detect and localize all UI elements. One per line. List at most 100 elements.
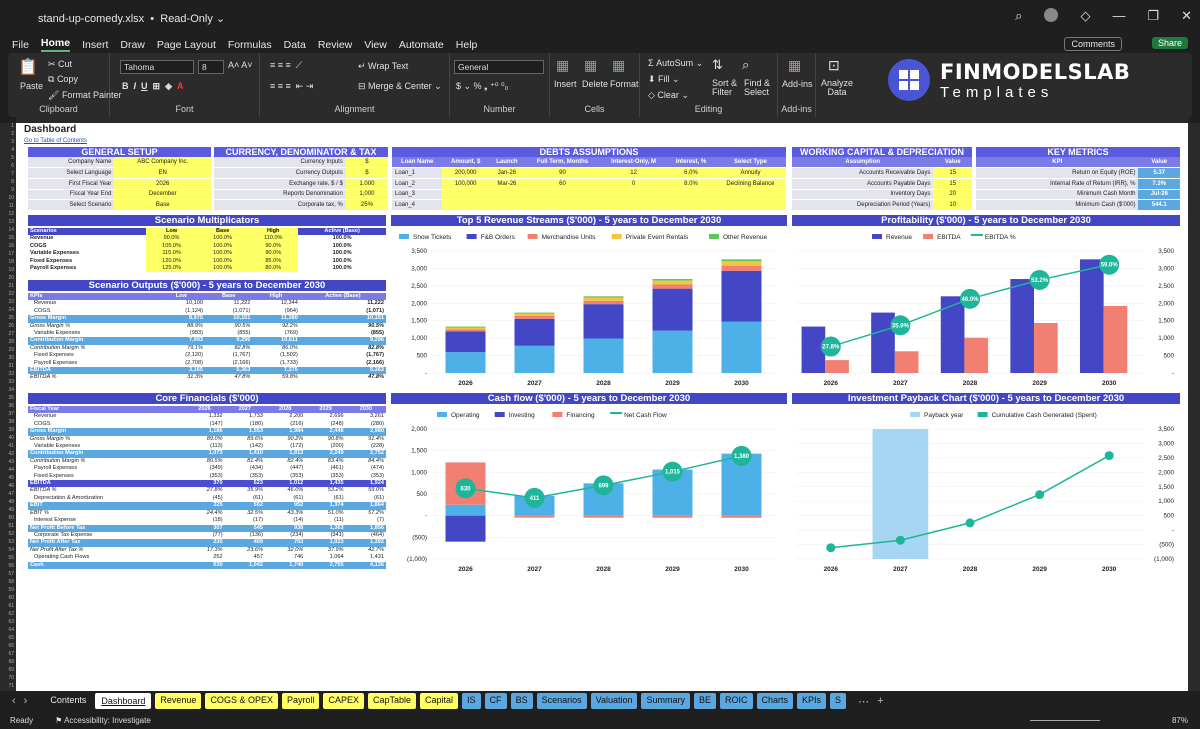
table-cell[interactable]: (1,071) <box>300 308 386 315</box>
table-cell[interactable]: (113) <box>184 443 224 450</box>
table-cell[interactable]: Exchange rate, $ / $ <box>214 178 346 190</box>
table-cell[interactable]: (2,120) <box>158 352 205 359</box>
row-header[interactable]: 53 <box>8 539 14 545</box>
tab-valuation[interactable]: Valuation <box>590 693 638 709</box>
table-cell[interactable]: 1,435 <box>305 480 345 487</box>
table-cell[interactable]: Variable Expenses <box>28 443 184 450</box>
paste-icon[interactable]: 📋 <box>18 57 38 77</box>
table-cell[interactable]: 90.0% <box>146 235 198 243</box>
table-cell[interactable]: 10,611 <box>252 337 299 344</box>
row-header[interactable]: 37 <box>8 411 14 417</box>
table-cell[interactable]: 1,864 <box>346 502 386 509</box>
table-cell[interactable]: Minimum Cash Month <box>976 189 1139 201</box>
row-header[interactable]: 25 <box>8 315 14 321</box>
menu-insert[interactable]: Insert <box>82 39 108 51</box>
row-header[interactable]: 23 <box>8 299 14 305</box>
table-cell[interactable]: EBITDA <box>28 367 158 374</box>
table-cell[interactable]: 32.5% <box>225 510 265 517</box>
menu-file[interactable]: File <box>12 39 29 51</box>
row-header[interactable]: 2 <box>11 131 14 137</box>
toc-link[interactable]: Go to Table of Contents <box>24 137 87 146</box>
table-cell[interactable]: Minimum Cash ($'000) <box>976 199 1139 211</box>
row-header[interactable]: 49 <box>8 507 14 513</box>
table-cell[interactable]: (434) <box>225 465 265 472</box>
row-header[interactable]: 11 <box>9 203 14 209</box>
row-header[interactable]: 30 <box>8 355 14 361</box>
table-cell[interactable]: 10,100 <box>158 300 205 307</box>
table-cell[interactable]: Inventory Days <box>792 189 934 201</box>
table-cell[interactable]: 5,363 <box>205 367 252 374</box>
table-cell[interactable]: Declining Balance <box>714 178 786 190</box>
row-header[interactable]: 28 <box>8 339 14 345</box>
row-header[interactable]: 71 <box>8 683 14 689</box>
tab-payroll[interactable]: Payroll <box>281 693 320 709</box>
table-cell[interactable]: 15 <box>933 178 972 190</box>
insert-icon[interactable]: ▦ <box>556 57 569 74</box>
menu-automate[interactable]: Automate <box>399 39 444 51</box>
table-cell[interactable]: Fiscal Year End <box>28 189 115 201</box>
row-header[interactable]: 55 <box>8 555 14 561</box>
table-cell[interactable]: 1,363 <box>305 525 345 532</box>
cut-button[interactable]: ✂ Cut <box>48 59 72 70</box>
table-cell[interactable]: Revenue <box>28 235 147 243</box>
table-cell[interactable]: 11,222 <box>205 300 252 307</box>
table-cell[interactable]: (1,502) <box>252 352 299 359</box>
table-cell[interactable]: 1,733 <box>225 413 265 420</box>
table-cell[interactable]: 81.4% <box>225 458 265 465</box>
table-cell[interactable]: (2,166) <box>300 360 386 367</box>
table-cell[interactable]: (983) <box>158 330 205 337</box>
row-header[interactable]: 52 <box>8 531 14 537</box>
table-cell[interactable]: 51.0% <box>305 510 345 517</box>
table-cell[interactable]: Base <box>114 199 211 211</box>
table-cell[interactable]: 90.5% <box>300 323 386 330</box>
table-cell[interactable]: Cash <box>28 562 184 569</box>
accessibility-status[interactable]: ⚑ Accessibility: Investigate <box>55 716 151 725</box>
tab-contents[interactable]: Contents <box>45 693 92 709</box>
row-header[interactable]: 10 <box>8 195 14 201</box>
table-cell[interactable]: 82.8% <box>205 345 252 352</box>
table-cell[interactable] <box>524 189 601 201</box>
tab-is[interactable]: IS <box>462 693 481 709</box>
table-cell[interactable]: 4,136 <box>346 562 386 569</box>
table-cell[interactable]: Corporate tax, % <box>214 199 346 211</box>
table-cell[interactable]: 370 <box>184 480 224 487</box>
table-cell[interactable]: (1,767) <box>205 352 252 359</box>
table-cell[interactable]: (353) <box>305 473 345 480</box>
row-header[interactable]: 17 <box>8 251 14 257</box>
table-cell[interactable]: Gross Margin <box>28 428 184 435</box>
table-cell[interactable]: (447) <box>265 465 305 472</box>
table-cell[interactable]: 120.0% <box>146 257 198 266</box>
table-cell[interactable]: 37.9% <box>305 547 345 554</box>
row-header[interactable]: 38 <box>8 419 14 425</box>
table-cell[interactable]: 9,296 <box>205 337 252 344</box>
close-icon[interactable]: ✕ <box>1181 8 1192 24</box>
table-cell[interactable]: EBITDA % <box>28 487 184 494</box>
table-cell[interactable]: Revenue <box>28 413 184 420</box>
table-cell[interactable]: 115.0% <box>146 250 198 258</box>
table-cell[interactable]: 91.4% <box>346 436 386 443</box>
row-header[interactable]: 68 <box>8 659 14 665</box>
align-icons[interactable]: ≡ ≡ ≡ ⟋ <box>270 60 302 71</box>
table-cell[interactable]: (11) <box>305 517 345 524</box>
row-header[interactable]: 67 <box>8 651 14 657</box>
table-cell[interactable]: Gross Margin <box>28 315 158 322</box>
row-header[interactable]: 22 <box>8 291 14 297</box>
table-cell[interactable]: December <box>114 189 211 201</box>
avatar[interactable] <box>1044 8 1059 22</box>
fill-button[interactable]: ⬇ Fill ⌄ <box>648 74 680 85</box>
table-cell[interactable]: 10,151 <box>205 315 252 322</box>
table-cell[interactable]: 12,344 <box>252 300 299 307</box>
row-header[interactable]: 21 <box>8 283 14 289</box>
table-cell[interactable] <box>600 189 668 201</box>
table-cell[interactable]: 307 <box>184 525 224 532</box>
row-header[interactable]: 44 <box>8 467 14 473</box>
table-cell[interactable]: 952 <box>265 502 305 509</box>
table-cell[interactable]: 82.8% <box>300 345 386 352</box>
table-cell[interactable]: Gross Margin % <box>28 436 184 443</box>
table-cell[interactable]: (769) <box>252 330 299 337</box>
table-cell[interactable]: 623 <box>225 480 265 487</box>
table-cell[interactable]: 42.7% <box>346 547 386 554</box>
autosum-button[interactable]: Σ AutoSum ⌄ <box>648 58 703 69</box>
table-cell[interactable]: 80.0% <box>248 265 299 273</box>
table-cell[interactable]: 1.000 <box>345 178 388 190</box>
